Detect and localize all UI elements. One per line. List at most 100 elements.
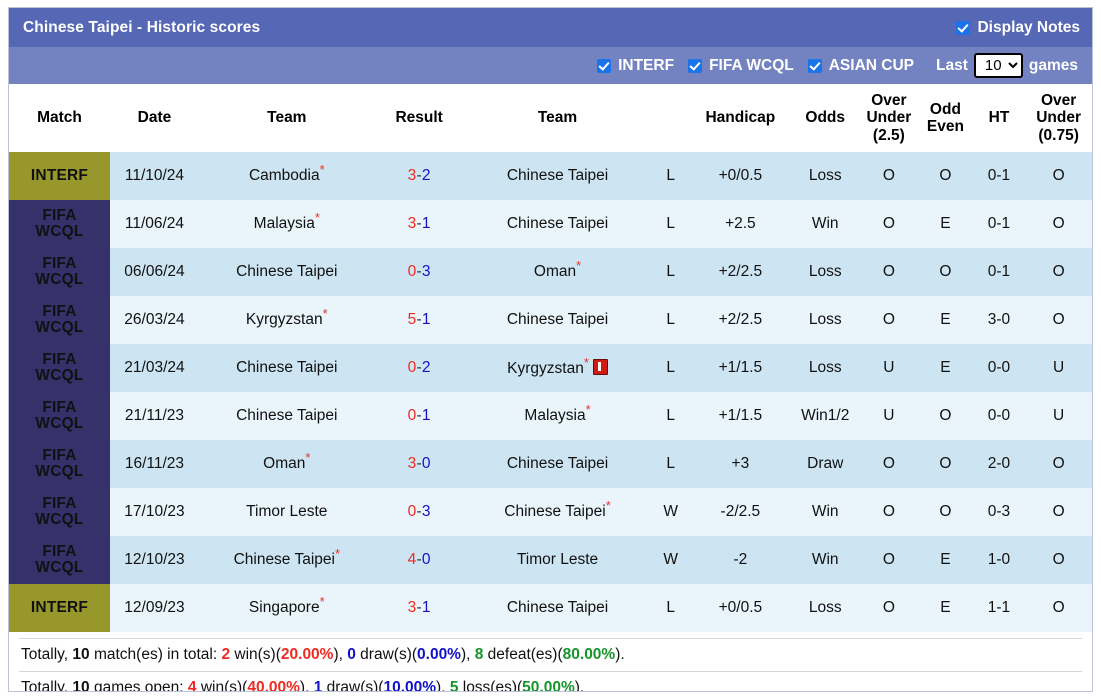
half-time-score: 1-1 bbox=[972, 584, 1026, 633]
home-team[interactable]: Chinese Taipei* bbox=[198, 536, 375, 585]
home-team[interactable]: Chinese Taipei bbox=[198, 248, 375, 297]
col-result: Result bbox=[374, 84, 464, 153]
over-under-075: O bbox=[1025, 536, 1092, 585]
handicap-value: +0/0.5 bbox=[689, 152, 791, 201]
half-time-score: 0-1 bbox=[972, 152, 1026, 201]
handicap-value: -2 bbox=[689, 536, 791, 585]
match-score[interactable]: 5-1 bbox=[374, 296, 464, 345]
away-team[interactable]: Chinese Taipei bbox=[463, 584, 652, 633]
filter-asian-cup[interactable]: ASIAN CUP bbox=[807, 57, 914, 75]
asian-cup-checkbox[interactable] bbox=[807, 58, 822, 73]
table-row[interactable]: FIFA WCQL 16/11/23 Oman* 3-0 Chinese Taipei L +… bbox=[9, 440, 1092, 489]
match-score[interactable]: 3-2 bbox=[374, 152, 464, 201]
away-team[interactable]: Chinese Taipei bbox=[463, 296, 652, 345]
col-team-away: Team bbox=[463, 84, 652, 153]
odds-result: Loss bbox=[790, 344, 860, 393]
table-row[interactable]: FIFA WCQL 06/06/24 Chinese Taipei 0-3 Oman* L +… bbox=[9, 248, 1092, 297]
home-away-star: * bbox=[576, 257, 582, 273]
historic-scores-panel: Chinese Taipei - Historic scores Display… bbox=[8, 7, 1093, 692]
handicap-value: +2/2.5 bbox=[689, 296, 791, 345]
home-team[interactable]: Singapore* bbox=[198, 584, 375, 633]
s2-loss-pct: 50.00% bbox=[522, 679, 575, 692]
col-winloss bbox=[651, 84, 690, 153]
match-score[interactable]: 3-0 bbox=[374, 440, 464, 489]
filter-fifa-wcql[interactable]: FIFA WCQL bbox=[688, 57, 794, 75]
table-row[interactable]: FIFA WCQL 26/03/24 Kyrgyzstan* 5-1 Chinese Ta… bbox=[9, 296, 1092, 345]
competition-filter-bar: INTERF FIFA WCQL ASIAN CUP Last 51015203… bbox=[9, 47, 1092, 84]
home-team[interactable]: Kyrgyzstan* bbox=[198, 296, 375, 345]
col-over-under-25: Over Under (2.5) bbox=[859, 84, 919, 153]
table-row[interactable]: FIFA WCQL 11/06/24 Malaysia* 3-1 Chinese Taip… bbox=[9, 200, 1092, 249]
col-ht: HT bbox=[972, 84, 1026, 153]
away-team[interactable]: Chinese Taipei* bbox=[463, 488, 652, 537]
match-score[interactable]: 0-2 bbox=[374, 344, 464, 393]
home-team[interactable]: Cambodia* bbox=[198, 152, 375, 201]
half-time-score: 0-1 bbox=[972, 248, 1026, 297]
interf-checkbox[interactable] bbox=[597, 58, 612, 73]
s2-t7: loss(es)( bbox=[458, 679, 523, 692]
s1-t8: ). bbox=[615, 646, 625, 664]
half-time-score: 2-0 bbox=[972, 440, 1026, 489]
fifa-wcql-checkbox[interactable] bbox=[688, 58, 703, 73]
half-time-score: 0-0 bbox=[972, 392, 1026, 441]
home-team[interactable]: Timor Leste bbox=[198, 488, 375, 537]
match-date: 12/09/23 bbox=[110, 584, 199, 633]
odd-even: E bbox=[918, 536, 973, 585]
league-tag: INTERF bbox=[9, 152, 111, 201]
handicap-value: +2/2.5 bbox=[689, 248, 791, 297]
over-under-075: O bbox=[1025, 248, 1092, 297]
match-score[interactable]: 0-3 bbox=[374, 248, 464, 297]
table-row[interactable]: FIFA WCQL 21/11/23 Chinese Taipei 0-1 Malaysi… bbox=[9, 392, 1092, 441]
win-loss-indicator: L bbox=[651, 344, 690, 393]
panel-title-bar: Chinese Taipei - Historic scores Display… bbox=[9, 8, 1092, 47]
home-team[interactable]: Malaysia* bbox=[198, 200, 375, 249]
odds-result: Loss bbox=[790, 296, 860, 345]
match-date: 21/03/24 bbox=[110, 344, 199, 393]
match-score[interactable]: 0-1 bbox=[374, 392, 464, 441]
away-team[interactable]: Chinese Taipei bbox=[463, 440, 652, 489]
match-score[interactable]: 3-1 bbox=[374, 584, 464, 633]
over-under-25: O bbox=[859, 296, 919, 345]
over-under-075: O bbox=[1025, 200, 1092, 249]
match-score[interactable]: 0-3 bbox=[374, 488, 464, 537]
away-team[interactable]: Chinese Taipei bbox=[463, 200, 652, 249]
win-loss-indicator: L bbox=[651, 584, 690, 633]
half-time-score: 0-3 bbox=[972, 488, 1026, 537]
last-label: Last bbox=[936, 56, 968, 74]
s2-draw-pct: 10.00% bbox=[383, 679, 437, 692]
games-count-select[interactable]: 51015203050 bbox=[973, 53, 1023, 78]
s1-t4: ), bbox=[333, 646, 348, 664]
away-team[interactable]: Timor Leste bbox=[463, 536, 652, 585]
col-handicap: Handicap bbox=[689, 84, 791, 153]
home-team[interactable]: Oman* bbox=[198, 440, 375, 489]
display-notes-group[interactable]: Display Notes bbox=[956, 19, 1080, 37]
away-team[interactable]: Malaysia* bbox=[463, 392, 652, 441]
table-row[interactable]: FIFA WCQL 17/10/23 Timor Leste 0-3 Chinese Ta… bbox=[9, 488, 1092, 537]
table-row[interactable]: FIFA WCQL 12/10/23 Chinese Taipei* 4-0 Timor … bbox=[9, 536, 1092, 585]
away-team[interactable]: Oman* bbox=[463, 248, 652, 297]
filter-interf[interactable]: INTERF bbox=[597, 57, 674, 75]
match-score[interactable]: 4-0 bbox=[374, 536, 464, 585]
match-date: 17/10/23 bbox=[110, 488, 199, 537]
home-away-star: * bbox=[605, 497, 611, 513]
odds-result: Loss bbox=[790, 248, 860, 297]
win-loss-indicator: W bbox=[651, 536, 690, 585]
table-row[interactable]: FIFA WCQL 21/03/24 Chinese Taipei 0-2 Kyrgyzs… bbox=[9, 344, 1092, 393]
home-away-star: * bbox=[322, 305, 328, 321]
league-tag: FIFA WCQL bbox=[9, 440, 111, 489]
display-notes-label: Display Notes bbox=[977, 18, 1080, 36]
over-under-25: O bbox=[859, 152, 919, 201]
match-score[interactable]: 3-1 bbox=[374, 200, 464, 249]
table-row[interactable]: INTERF 12/09/23 Singapore* 3-1 Chinese Taipe… bbox=[9, 584, 1092, 633]
home-team[interactable]: Chinese Taipei bbox=[198, 392, 375, 441]
home-team[interactable]: Chinese Taipei bbox=[198, 344, 375, 393]
odd-even: O bbox=[918, 488, 973, 537]
odds-result: Win bbox=[790, 536, 860, 585]
away-team[interactable]: Chinese Taipei bbox=[463, 152, 652, 201]
display-notes-checkbox[interactable] bbox=[956, 20, 971, 35]
odds-result: Loss bbox=[790, 584, 860, 633]
table-row[interactable]: INTERF 11/10/24 Cambodia* 3-2 Chinese Taipei… bbox=[9, 152, 1092, 201]
away-team[interactable]: Kyrgyzstan* bbox=[463, 344, 652, 393]
red-card-icon bbox=[592, 358, 608, 375]
historic-scores-table: Match Date Team Result Team Handicap Odd… bbox=[9, 84, 1092, 633]
